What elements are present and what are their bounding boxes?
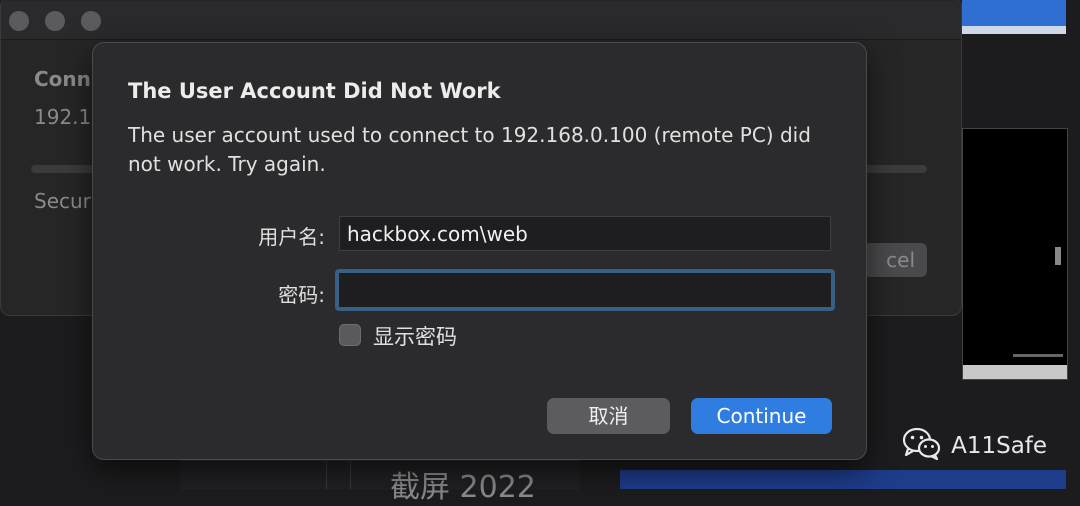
show-password-label[interactable]: 显示密码 [373, 321, 457, 351]
watermark: A11Safe [902, 427, 1047, 465]
background-connection-title: Conn [34, 67, 91, 91]
bottom-divider [350, 460, 351, 489]
password-field[interactable] [335, 269, 835, 311]
username-label: 用户名: [258, 225, 325, 249]
background-security-text: Secur [34, 189, 91, 213]
username-field[interactable] [339, 216, 831, 251]
cancel-button[interactable]: 取消 [547, 398, 670, 434]
remote-desktop-thumbnail-top[interactable] [962, 0, 1066, 34]
account-error-dialog: The User Account Did Not Work The user a… [92, 42, 867, 460]
bottom-divider [326, 460, 327, 489]
password-label: 密码: [278, 283, 325, 307]
minimize-window-icon[interactable] [45, 11, 65, 31]
thumbnail-taskbar [962, 26, 1066, 34]
thumbnail-caption-line [1013, 354, 1063, 357]
dialog-message: The user account used to connect to 192.… [128, 123, 811, 176]
wechat-icon [902, 427, 942, 465]
show-password-checkbox[interactable] [339, 324, 361, 346]
remote-desktop-thumbnail-bottom[interactable] [620, 470, 1066, 489]
thumbnail-detail [1055, 247, 1061, 265]
watermark-text: A11Safe [951, 433, 1048, 459]
dialog-title: The User Account Did Not Work [128, 79, 501, 103]
thumbnail-taskbar [963, 365, 1067, 379]
close-window-icon[interactable] [9, 11, 29, 31]
zoom-window-icon[interactable] [81, 11, 101, 31]
remote-desktop-thumbnail-console[interactable] [962, 128, 1068, 380]
screenshot-filename[interactable]: 截屏 2022 [390, 462, 536, 506]
background-titlebar [1, 1, 961, 40]
continue-button[interactable]: Continue [691, 398, 832, 434]
